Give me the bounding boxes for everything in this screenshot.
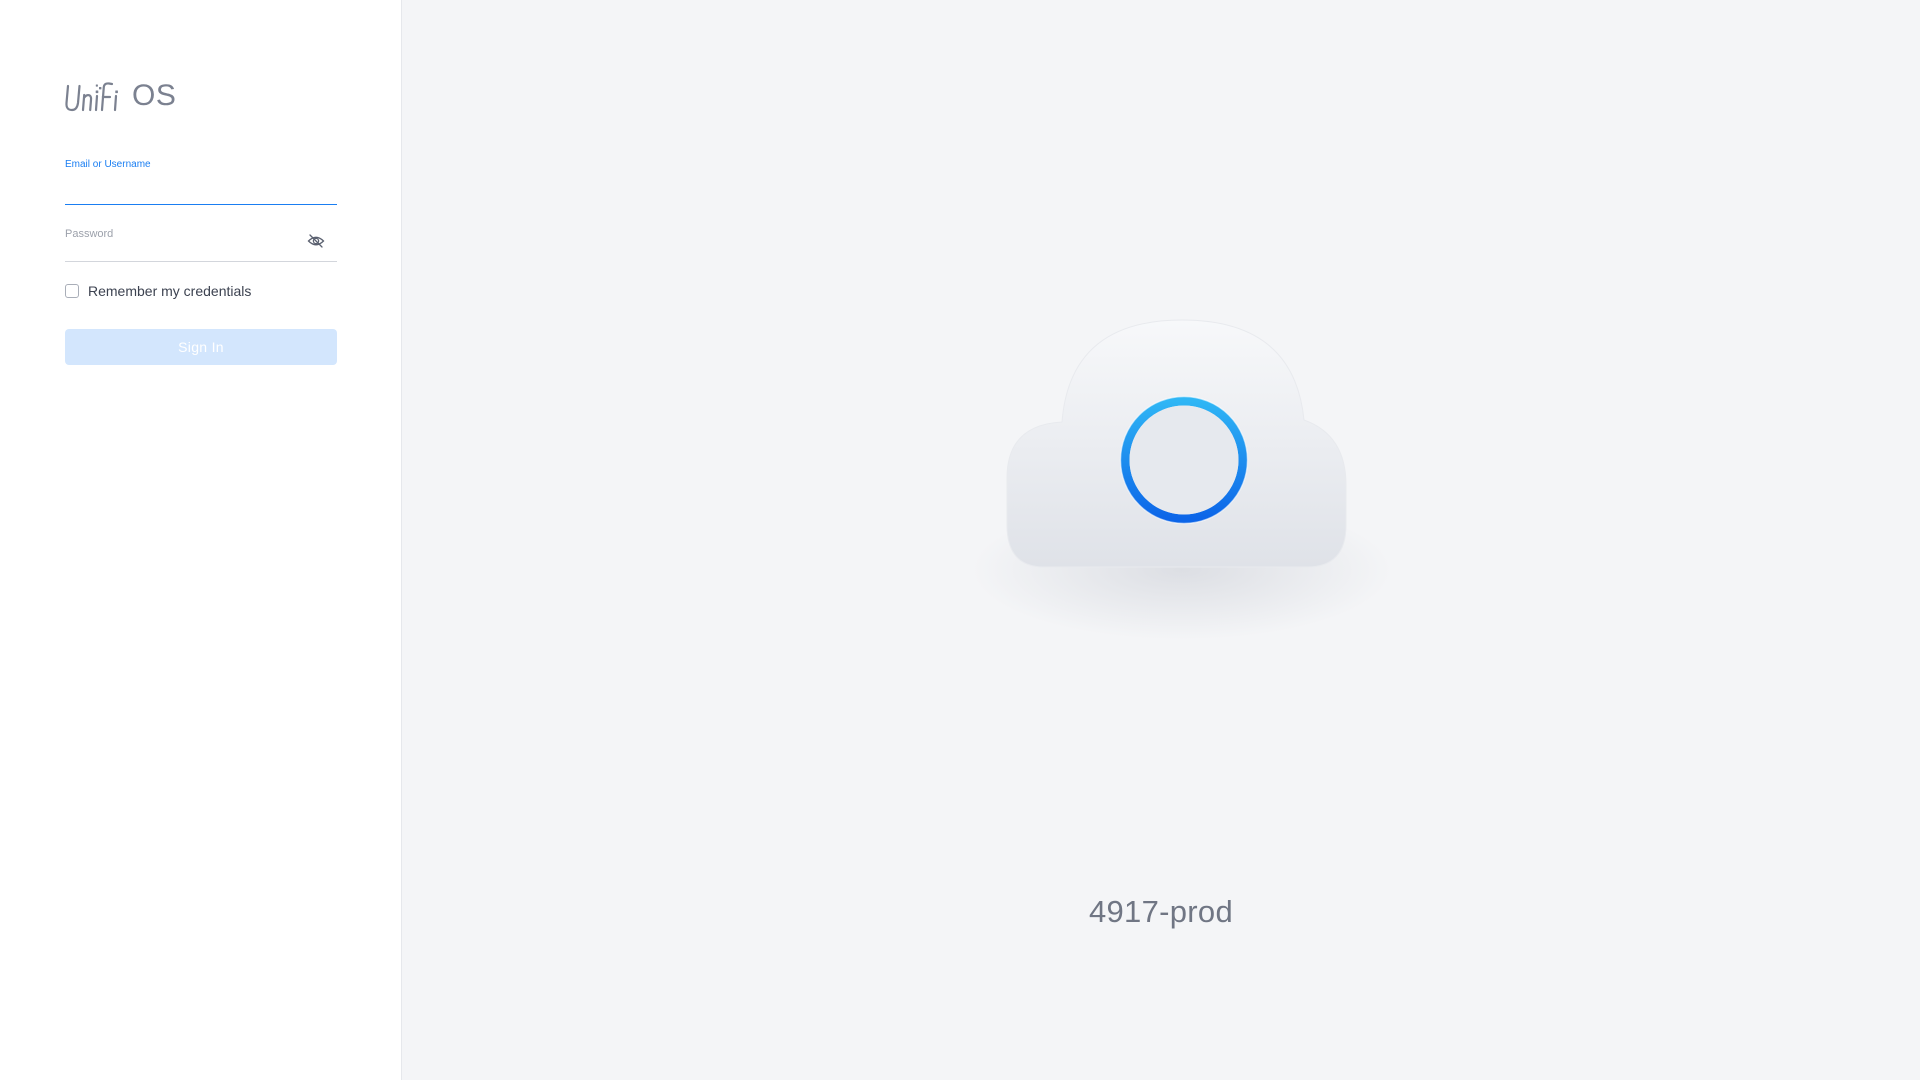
remember-label: Remember my credentials [88, 283, 252, 299]
password-input[interactable] [65, 235, 337, 261]
remember-credentials[interactable]: Remember my credentials [65, 283, 251, 299]
eye-slash-icon[interactable] [307, 232, 325, 250]
unifi-os-logo: OS [65, 76, 176, 116]
remember-checkbox[interactable] [65, 284, 79, 298]
email-field-label: Email or Username [65, 159, 151, 170]
main-panel: 4917-prod [402, 0, 1920, 1080]
unifi-logo-mark [65, 82, 118, 112]
sign-in-button[interactable]: Sign In [65, 329, 337, 365]
email-input[interactable] [65, 178, 337, 204]
device-hostname: 4917-prod [1088, 894, 1234, 929]
login-page: OS Email or Username Password Remember m… [0, 0, 1920, 1080]
cloud-icon [972, 319, 1392, 640]
logo-os-text: OS [132, 79, 177, 112]
login-sidebar: OS Email or Username Password Remember m… [0, 0, 402, 1080]
password-field[interactable]: Password [65, 228, 337, 262]
email-field[interactable]: Email or Username [65, 158, 337, 205]
